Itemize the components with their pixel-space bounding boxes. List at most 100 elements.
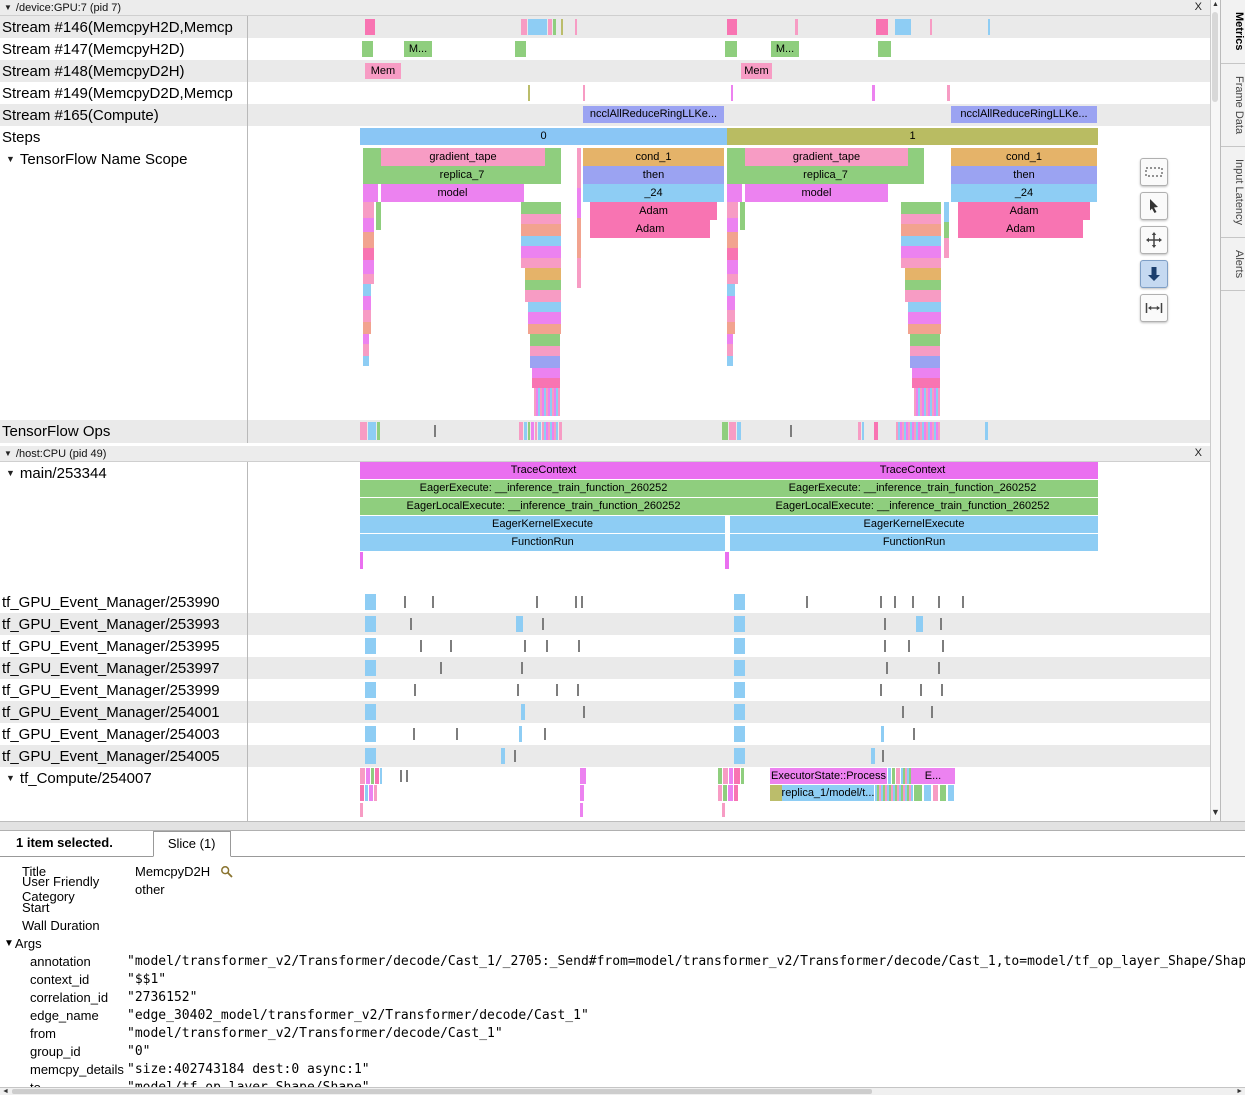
trace-slice[interactable] xyxy=(524,640,526,652)
trace-slice[interactable] xyxy=(575,596,577,608)
trace-slice[interactable]: model xyxy=(381,184,524,202)
trace-slice[interactable] xyxy=(534,388,560,416)
trace-slice[interactable] xyxy=(912,368,940,378)
trace-slice[interactable]: TraceContext xyxy=(360,462,727,479)
side-tab-alerts[interactable]: Alerts xyxy=(1221,238,1245,291)
pointer-tool-button[interactable] xyxy=(1140,192,1168,220)
trace-slice[interactable] xyxy=(580,785,584,801)
trace-slice[interactable] xyxy=(363,284,371,296)
side-tab-frame-data[interactable]: Frame Data xyxy=(1221,64,1245,147)
trace-slice[interactable] xyxy=(894,596,896,608)
trace-slice[interactable]: replica_7 xyxy=(363,166,561,184)
side-tab-metrics[interactable]: Metrics xyxy=(1221,0,1245,64)
trace-slice[interactable] xyxy=(577,258,581,288)
trace-slice[interactable] xyxy=(985,422,988,440)
trace-slice[interactable] xyxy=(902,706,904,718)
trace-slice[interactable]: EagerLocalExecute: __inference_train_fun… xyxy=(727,498,1098,515)
trace-slice[interactable] xyxy=(722,803,725,817)
trace-slice[interactable] xyxy=(530,346,560,356)
trace-slice[interactable] xyxy=(365,748,376,764)
side-tab-input-latency[interactable]: Input Latency xyxy=(1221,147,1245,238)
trace-slice[interactable] xyxy=(553,19,556,35)
trace-slice[interactable] xyxy=(365,19,375,35)
trace-slice[interactable] xyxy=(731,85,733,101)
close-gpu-section-button[interactable]: X xyxy=(1195,1,1202,13)
magnifier-icon[interactable] xyxy=(220,865,233,878)
trace-slice[interactable] xyxy=(727,344,733,356)
trace-slice[interactable] xyxy=(366,768,370,784)
close-host-section-button[interactable]: X xyxy=(1195,447,1202,459)
trace-slice[interactable] xyxy=(933,785,938,801)
trace-slice[interactable] xyxy=(363,322,371,334)
trace-slice[interactable]: cond_1 xyxy=(951,148,1097,166)
trace-slice[interactable] xyxy=(727,232,738,248)
trace-slice[interactable] xyxy=(876,19,888,35)
trace-slice[interactable] xyxy=(530,334,560,346)
trace-slice[interactable] xyxy=(886,662,888,674)
trace-slice[interactable] xyxy=(723,785,727,801)
trace-slice[interactable] xyxy=(363,334,369,344)
trace-slice[interactable] xyxy=(521,258,561,268)
trace-slice[interactable] xyxy=(727,248,738,260)
trace-slice[interactable] xyxy=(528,85,530,101)
trace-slice[interactable] xyxy=(941,684,943,696)
trace-slice[interactable]: Adam xyxy=(958,202,1090,220)
trace-slice[interactable] xyxy=(580,803,583,817)
trace-slice[interactable] xyxy=(858,422,861,440)
trace-slice[interactable] xyxy=(880,596,882,608)
trace-slice[interactable] xyxy=(369,785,373,801)
trace-slice[interactable] xyxy=(905,290,941,302)
trace-slice[interactable] xyxy=(581,596,583,608)
trace-slice[interactable] xyxy=(908,148,924,166)
trace-slice[interactable] xyxy=(521,214,561,224)
collapse-arrow-icon[interactable]: ▼ xyxy=(6,154,15,164)
trace-slice[interactable] xyxy=(400,770,402,782)
trace-slice[interactable] xyxy=(521,202,561,214)
timing-tool-button[interactable] xyxy=(1140,294,1168,322)
trace-slice[interactable]: Mem xyxy=(365,63,401,79)
trace-slice[interactable] xyxy=(363,274,374,284)
horizontal-scrollbar[interactable]: ◄ ► xyxy=(0,1087,1245,1095)
trace-slice[interactable] xyxy=(881,726,884,742)
trace-slice[interactable]: FunctionRun xyxy=(730,534,1098,551)
trace-slice[interactable] xyxy=(546,640,548,652)
trace-slice[interactable] xyxy=(519,726,522,742)
trace-slice[interactable] xyxy=(413,728,415,740)
trace-slice[interactable] xyxy=(727,202,738,218)
trace-slice[interactable] xyxy=(908,312,941,324)
trace-slice[interactable] xyxy=(516,616,523,632)
trace-slice[interactable] xyxy=(538,422,541,440)
trace-slice[interactable] xyxy=(896,768,900,784)
trace-slice[interactable] xyxy=(362,41,373,57)
trace-slice[interactable] xyxy=(535,422,537,440)
track-label-tensorflow-name-scope[interactable]: ▼TensorFlow Name Scope xyxy=(0,148,248,420)
trace-slice[interactable] xyxy=(723,768,728,784)
trace-slice[interactable] xyxy=(727,274,738,284)
trace-slice[interactable] xyxy=(450,640,452,652)
trace-slice[interactable]: gradient_tape xyxy=(381,148,545,166)
trace-slice[interactable] xyxy=(363,248,374,260)
trace-slice[interactable]: replica_1/model/t... xyxy=(782,785,874,801)
scroll-down-icon[interactable]: ▼ xyxy=(1211,807,1220,817)
trace-slice[interactable] xyxy=(528,422,530,440)
zoom-tool-button[interactable] xyxy=(1140,260,1168,288)
trace-slice[interactable] xyxy=(901,236,941,246)
trace-slice[interactable]: M... xyxy=(404,41,432,57)
track-label-tf-compute-254007[interactable]: ▼tf_Compute/254007 xyxy=(0,767,248,821)
trace-slice[interactable] xyxy=(725,41,737,57)
trace-slice[interactable] xyxy=(914,388,940,416)
trace-slice[interactable] xyxy=(360,803,363,817)
trace-slice[interactable] xyxy=(575,19,577,35)
trace-slice[interactable] xyxy=(905,268,941,280)
trace-slice[interactable] xyxy=(734,704,745,720)
trace-slice[interactable] xyxy=(525,268,561,280)
trace-slice[interactable]: ncclAllReduceRingLLKe... xyxy=(583,106,724,123)
trace-slice[interactable] xyxy=(528,302,561,312)
trace-slice[interactable] xyxy=(790,425,792,437)
trace-slice[interactable] xyxy=(521,224,561,236)
trace-slice[interactable] xyxy=(727,296,735,310)
trace-slice[interactable] xyxy=(734,726,745,742)
scroll-up-icon[interactable]: ▲ xyxy=(1211,1,1220,8)
trace-slice[interactable] xyxy=(741,768,744,784)
trace-slice[interactable] xyxy=(914,785,922,801)
